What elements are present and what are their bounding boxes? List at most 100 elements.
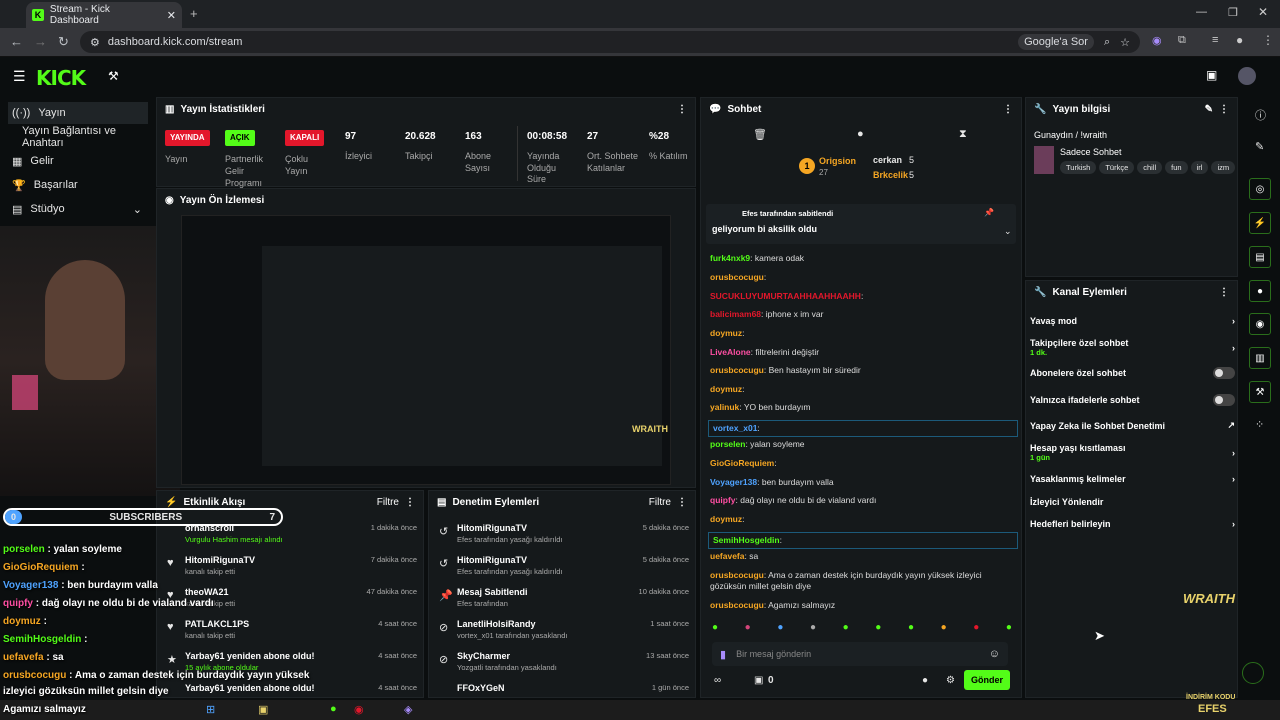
emote-icon[interactable]: ●: [712, 622, 718, 636]
spinner-icon: [1242, 662, 1264, 684]
url-field[interactable]: ⚙ dashboard.kick.com/stream Google'a Sor…: [80, 31, 1140, 53]
broadcast-tool-icon[interactable]: ◉: [1249, 313, 1271, 335]
emote-icon[interactable]: ●: [810, 622, 816, 636]
forward-icon[interactable]: →: [34, 34, 47, 49]
windows-start-icon[interactable]: ⊞: [206, 703, 215, 716]
file-explorer-icon[interactable]: ▣: [258, 703, 268, 716]
zoom-icon[interactable]: ⌕: [1104, 36, 1110, 49]
chevron-down-icon[interactable]: ⌄: [1004, 226, 1012, 237]
emoji-icon[interactable]: ☺: [989, 648, 1000, 660]
edit-icon[interactable]: ✎: [1255, 140, 1264, 153]
sidebar-item-revenue[interactable]: ▦ Gelir: [8, 150, 148, 172]
browser-tab[interactable]: K Stream - Kick Dashboard ✕: [26, 2, 182, 28]
close-window-icon[interactable]: ✕: [1258, 5, 1268, 19]
slow-mode-item[interactable]: Yavaş mod ›: [1030, 316, 1235, 326]
site-info-icon[interactable]: ⚙: [90, 36, 100, 49]
trash-icon[interactable]: 🗑: [753, 128, 767, 141]
host-viewers-item[interactable]: İzleyici Yönlendir: [1030, 497, 1235, 507]
pin-icon[interactable]: 📌: [984, 208, 994, 217]
sidebar-item-stream-key[interactable]: Yayın Bağlantısı ve Anahtarı: [18, 125, 153, 149]
camera-tool-icon[interactable]: ◎: [1249, 178, 1271, 200]
spotify-icon[interactable]: ●: [330, 703, 337, 715]
feed-filter-button[interactable]: Filtre: [377, 497, 399, 508]
more-icon[interactable]: ⋮: [677, 497, 687, 508]
followers-only-item[interactable]: Takipçilere özel sohbet 1 dk. ›: [1030, 338, 1235, 357]
lightning-tool-icon[interactable]: ⚡: [1249, 212, 1271, 234]
browser-menu-icon[interactable]: ⋮: [1262, 33, 1274, 47]
minimize-icon[interactable]: —: [1196, 6, 1207, 18]
close-tab-icon[interactable]: ✕: [167, 9, 176, 22]
playlist-icon[interactable]: ≡: [1212, 34, 1218, 46]
tag[interactable]: fun: [1165, 161, 1188, 174]
extension-icon[interactable]: ◉: [1152, 34, 1162, 47]
google-lens-button[interactable]: Google'a Sor: [1018, 34, 1094, 50]
mic-icon[interactable]: ▮: [720, 648, 726, 661]
promo-code: EFES: [1198, 703, 1227, 715]
gift-icon[interactable]: ▣: [754, 675, 763, 686]
chat-bubble-icon[interactable]: ●: [922, 675, 928, 686]
user-avatar[interactable]: [1238, 67, 1256, 85]
banned-words-item[interactable]: Yasaklanmış kelimeler ›: [1030, 474, 1235, 484]
live-status-icon[interactable]: ▣: [1206, 68, 1217, 82]
subs-only-toggle[interactable]: [1213, 367, 1235, 379]
tag[interactable]: Türkçe: [1099, 161, 1135, 174]
account-age-item[interactable]: Hesap yaşı kısıtlaması 1 gün ›: [1030, 443, 1235, 462]
back-icon[interactable]: ←: [10, 34, 23, 49]
chat-message: doymuz:: [710, 514, 745, 524]
chat-input[interactable]: ▮ Bir mesaj gönderin ☺: [712, 642, 1008, 666]
emote-bar[interactable]: ● ● ● ● ● ● ● ● ● ●: [712, 622, 1012, 636]
sidebar-item-stream[interactable]: ((·)) Yayın: [8, 102, 148, 124]
info-icon[interactable]: ⓘ: [1255, 107, 1266, 123]
layout-tool-icon[interactable]: ▥: [1249, 347, 1271, 369]
reload-icon[interactable]: ↻: [58, 34, 69, 50]
tag[interactable]: Turkish: [1060, 161, 1097, 174]
kick-logo[interactable]: KICK: [36, 66, 86, 90]
emote-icon[interactable]: ●: [941, 622, 947, 636]
top-chatter-count: 27: [819, 168, 828, 177]
more-icon[interactable]: ⋮: [1003, 104, 1013, 115]
preview-video[interactable]: WRAITH: [181, 215, 671, 485]
edit-icon[interactable]: ✎: [1205, 104, 1213, 115]
sidebar-item-studio[interactable]: ▤ Stüdyo ⌄: [8, 198, 148, 220]
maximize-icon[interactable]: ❐: [1228, 6, 1238, 19]
emote-icon[interactable]: ●: [745, 622, 751, 636]
emote-icon[interactable]: ●: [777, 622, 783, 636]
send-button[interactable]: Gönder: [964, 670, 1010, 690]
more-icon[interactable]: ⋮: [677, 104, 687, 115]
puzzle-extensions-icon[interactable]: ⧉: [1178, 34, 1186, 47]
tag[interactable]: izm: [1211, 161, 1235, 174]
hourglass-icon[interactable]: ⧗: [959, 128, 967, 141]
more-icon[interactable]: ⋮: [1219, 287, 1229, 298]
chat-tool-icon[interactable]: ●: [1249, 280, 1271, 302]
emote-icon[interactable]: ●: [843, 622, 849, 636]
gear-icon[interactable]: ⚙: [946, 675, 955, 686]
chat-bubble-icon[interactable]: ●: [857, 128, 864, 140]
list-item: HitomiRigunaTV kanalı takip etti 7 dakika …: [185, 555, 417, 576]
bookmark-star-icon[interactable]: ☆: [1120, 36, 1130, 49]
discord-icon[interactable]: ◈: [404, 703, 412, 716]
mod-filter-button[interactable]: Filtre: [649, 497, 671, 508]
sidebar-item-achievements[interactable]: 🏆 Başarılar: [8, 174, 148, 196]
category-thumbnail: [1034, 146, 1054, 174]
apps-icon[interactable]: ⁘: [1255, 418, 1264, 431]
emote-only-toggle[interactable]: [1213, 394, 1235, 406]
pinned-message[interactable]: Efes tarafından sabitlendi geliyorum bi …: [706, 204, 1016, 244]
ai-moderation-item[interactable]: Yapay Zeka ile Sohbet Denetimi ↗: [1030, 420, 1235, 431]
more-icon[interactable]: ⋮: [405, 497, 415, 508]
pin-tool-icon[interactable]: ⚒: [108, 69, 119, 83]
tag[interactable]: chill: [1137, 161, 1163, 174]
more-icon[interactable]: ⋮: [1219, 104, 1229, 115]
emote-icon[interactable]: ●: [908, 622, 914, 636]
list-tool-icon[interactable]: ▤: [1249, 246, 1271, 268]
hamburger-menu-icon[interactable]: ☰: [13, 68, 26, 85]
new-tab-icon[interactable]: +: [190, 6, 198, 21]
profile-icon[interactable]: ●: [1236, 33, 1243, 47]
chat-settings-icon[interactable]: ∞: [714, 675, 721, 686]
emote-icon[interactable]: ●: [973, 622, 979, 636]
emote-icon[interactable]: ●: [1006, 622, 1012, 636]
wrench-tool-icon[interactable]: ⚒: [1249, 381, 1271, 403]
chrome-icon[interactable]: ◉: [354, 703, 364, 716]
tag[interactable]: irl: [1190, 161, 1209, 174]
set-goals-item[interactable]: Hedefleri belirleyin ›: [1030, 519, 1235, 529]
emote-icon[interactable]: ●: [875, 622, 881, 636]
